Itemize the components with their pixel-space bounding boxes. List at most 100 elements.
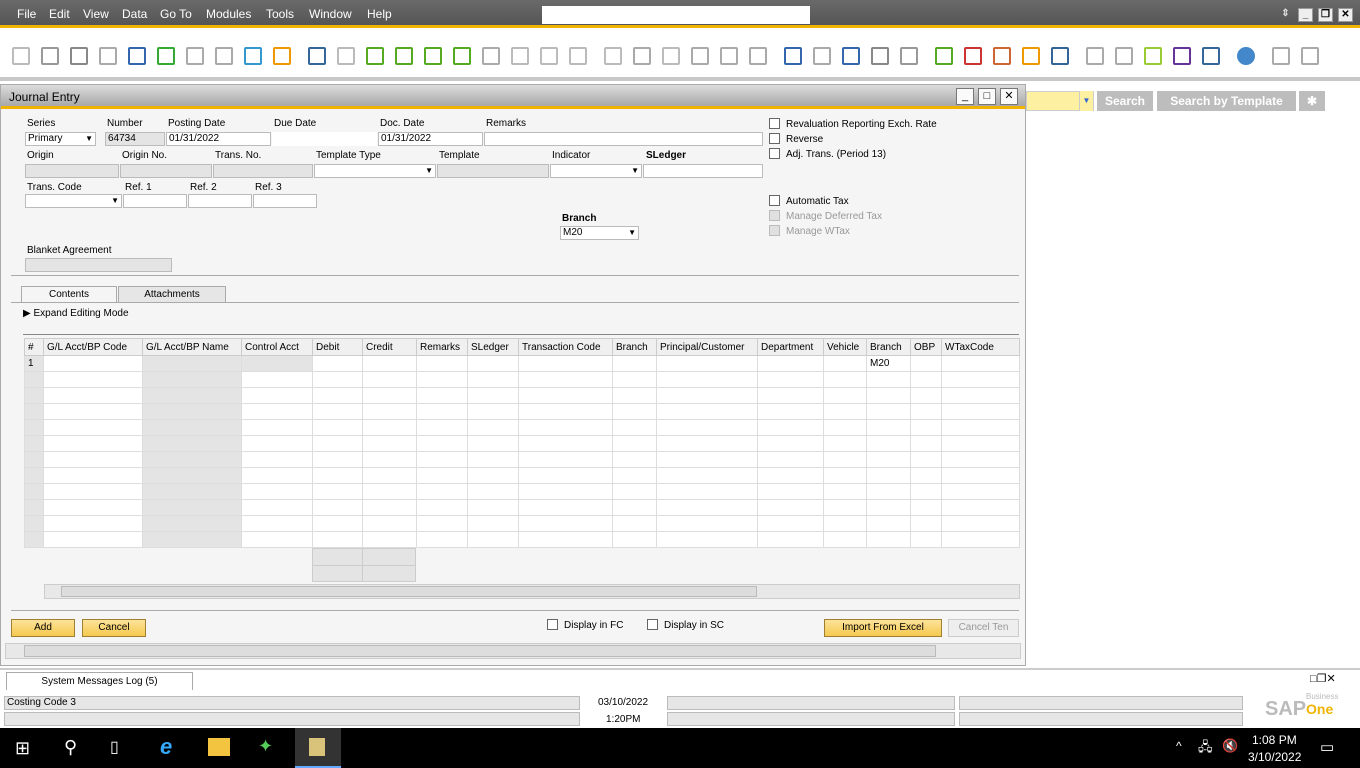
due-date-field[interactable] (272, 132, 377, 146)
grid-cell[interactable] (656, 403, 758, 420)
grid-cell[interactable] (866, 531, 911, 548)
grid-cell[interactable] (43, 483, 143, 500)
alerts-icon[interactable] (900, 47, 918, 65)
grid-cell[interactable] (910, 355, 942, 372)
growth-icon[interactable] (1144, 47, 1162, 65)
grid-cell[interactable] (656, 419, 758, 436)
window-minimize-button[interactable]: _ (956, 88, 974, 105)
system-messages-tab[interactable]: System Messages Log (5) (6, 672, 193, 691)
column-header[interactable]: Transaction Code (518, 338, 613, 356)
grid-cell[interactable] (518, 435, 613, 452)
refresh-icon[interactable] (482, 47, 500, 65)
grid-cell[interactable] (43, 403, 143, 420)
approve-icon[interactable] (842, 47, 860, 65)
grid-cell[interactable] (866, 403, 911, 420)
grid-cell[interactable] (941, 403, 1020, 420)
grid-cell[interactable] (467, 515, 519, 532)
grid-cell[interactable] (416, 419, 468, 436)
edit-icon[interactable] (784, 47, 802, 65)
command-field[interactable] (542, 6, 810, 24)
grid-cell[interactable] (142, 403, 242, 420)
grid-cell[interactable] (43, 435, 143, 452)
search-icon[interactable]: ⚲ (64, 737, 77, 758)
grid-cell[interactable] (866, 435, 911, 452)
grid-cell[interactable] (518, 499, 613, 516)
grid-cell[interactable] (757, 499, 824, 516)
copy-icon[interactable] (1115, 47, 1133, 65)
sledger-field[interactable] (643, 164, 763, 178)
base-document-icon[interactable] (569, 47, 587, 65)
grid-cell[interactable] (866, 499, 911, 516)
show-hidden-icons[interactable]: ^ (1176, 739, 1182, 753)
grid-cell[interactable] (823, 483, 867, 500)
doc-date-field[interactable]: 01/31/2022 (378, 132, 483, 146)
grid-cell[interactable] (941, 499, 1020, 516)
add-button[interactable]: Add (11, 619, 75, 637)
grid-cell[interactable] (312, 499, 363, 516)
search-by-template-button[interactable]: Search by Template (1157, 91, 1296, 111)
grid-cell[interactable] (612, 435, 657, 452)
scroll-thumb[interactable] (61, 586, 757, 597)
grid-cell[interactable] (910, 515, 942, 532)
calendar-icon[interactable] (935, 47, 953, 65)
grid-cell[interactable] (910, 419, 942, 436)
tab-contents[interactable]: Contents (21, 286, 117, 303)
grid-cell[interactable] (241, 419, 313, 436)
gross-profit-icon[interactable] (633, 47, 651, 65)
grid-cell[interactable] (518, 531, 613, 548)
ref3-field[interactable] (253, 194, 317, 208)
column-header[interactable]: WTaxCode (941, 338, 1020, 356)
scroll-thumb[interactable] (24, 645, 936, 657)
form-settings-icon[interactable] (1272, 47, 1290, 65)
display-sc-checkbox[interactable] (647, 619, 658, 630)
grid-cell[interactable] (656, 467, 758, 484)
menu-edit[interactable]: Edit (49, 7, 70, 21)
column-header[interactable]: # (24, 338, 44, 356)
grid-cell[interactable] (823, 467, 867, 484)
grid-cell[interactable] (43, 531, 143, 548)
help-icon[interactable] (1237, 47, 1255, 65)
grid-cell[interactable] (866, 467, 911, 484)
grid-cell[interactable] (467, 435, 519, 452)
grid-cell[interactable] (312, 355, 363, 372)
column-header[interactable]: G/L Acct/BP Code (43, 338, 143, 356)
grid-cell[interactable] (941, 483, 1020, 500)
grid-cell[interactable] (757, 451, 824, 468)
grid-cell[interactable] (467, 355, 519, 372)
grid-cell[interactable] (612, 403, 657, 420)
grid-cell[interactable] (656, 451, 758, 468)
column-header[interactable]: SLedger (467, 338, 519, 356)
grid-cell[interactable] (241, 387, 313, 404)
grid-cell[interactable] (866, 483, 911, 500)
filter-icon[interactable] (511, 47, 529, 65)
grid-cell[interactable] (43, 515, 143, 532)
grid-cell[interactable] (656, 371, 758, 388)
grid-horizontal-scrollbar[interactable] (44, 584, 1020, 599)
volume-muted-icon[interactable]: 🔇 (1222, 738, 1238, 754)
grid-cell[interactable] (312, 515, 363, 532)
grid-cell[interactable] (757, 467, 824, 484)
grid-cell[interactable] (823, 403, 867, 420)
grid-cell[interactable] (910, 483, 942, 500)
clock-time[interactable]: 1:08 PM (1252, 733, 1297, 747)
internet-explorer-icon[interactable]: e (160, 734, 172, 760)
grid-cell[interactable] (142, 515, 242, 532)
settings-icon[interactable] (749, 47, 767, 65)
grid-cell[interactable] (362, 355, 417, 372)
grid-cell[interactable] (866, 419, 911, 436)
grid-cell[interactable] (312, 451, 363, 468)
grid-cell[interactable] (142, 371, 242, 388)
next-record-icon[interactable] (424, 47, 442, 65)
grid-cell[interactable] (241, 483, 313, 500)
expand-editing-mode[interactable]: ▶ Expand Editing Mode (23, 308, 129, 319)
minimize-button[interactable]: _ (1298, 8, 1313, 22)
grid-cell[interactable] (518, 403, 613, 420)
grid-cell[interactable] (518, 387, 613, 404)
branch-dropdown[interactable]: M20 (560, 226, 639, 240)
grid-cell[interactable] (656, 499, 758, 516)
grid-cell[interactable] (941, 515, 1020, 532)
exchange-rates-icon[interactable] (720, 47, 738, 65)
grid-cell[interactable] (241, 531, 313, 548)
remarks-field[interactable] (484, 132, 763, 146)
grid-cell[interactable] (757, 435, 824, 452)
